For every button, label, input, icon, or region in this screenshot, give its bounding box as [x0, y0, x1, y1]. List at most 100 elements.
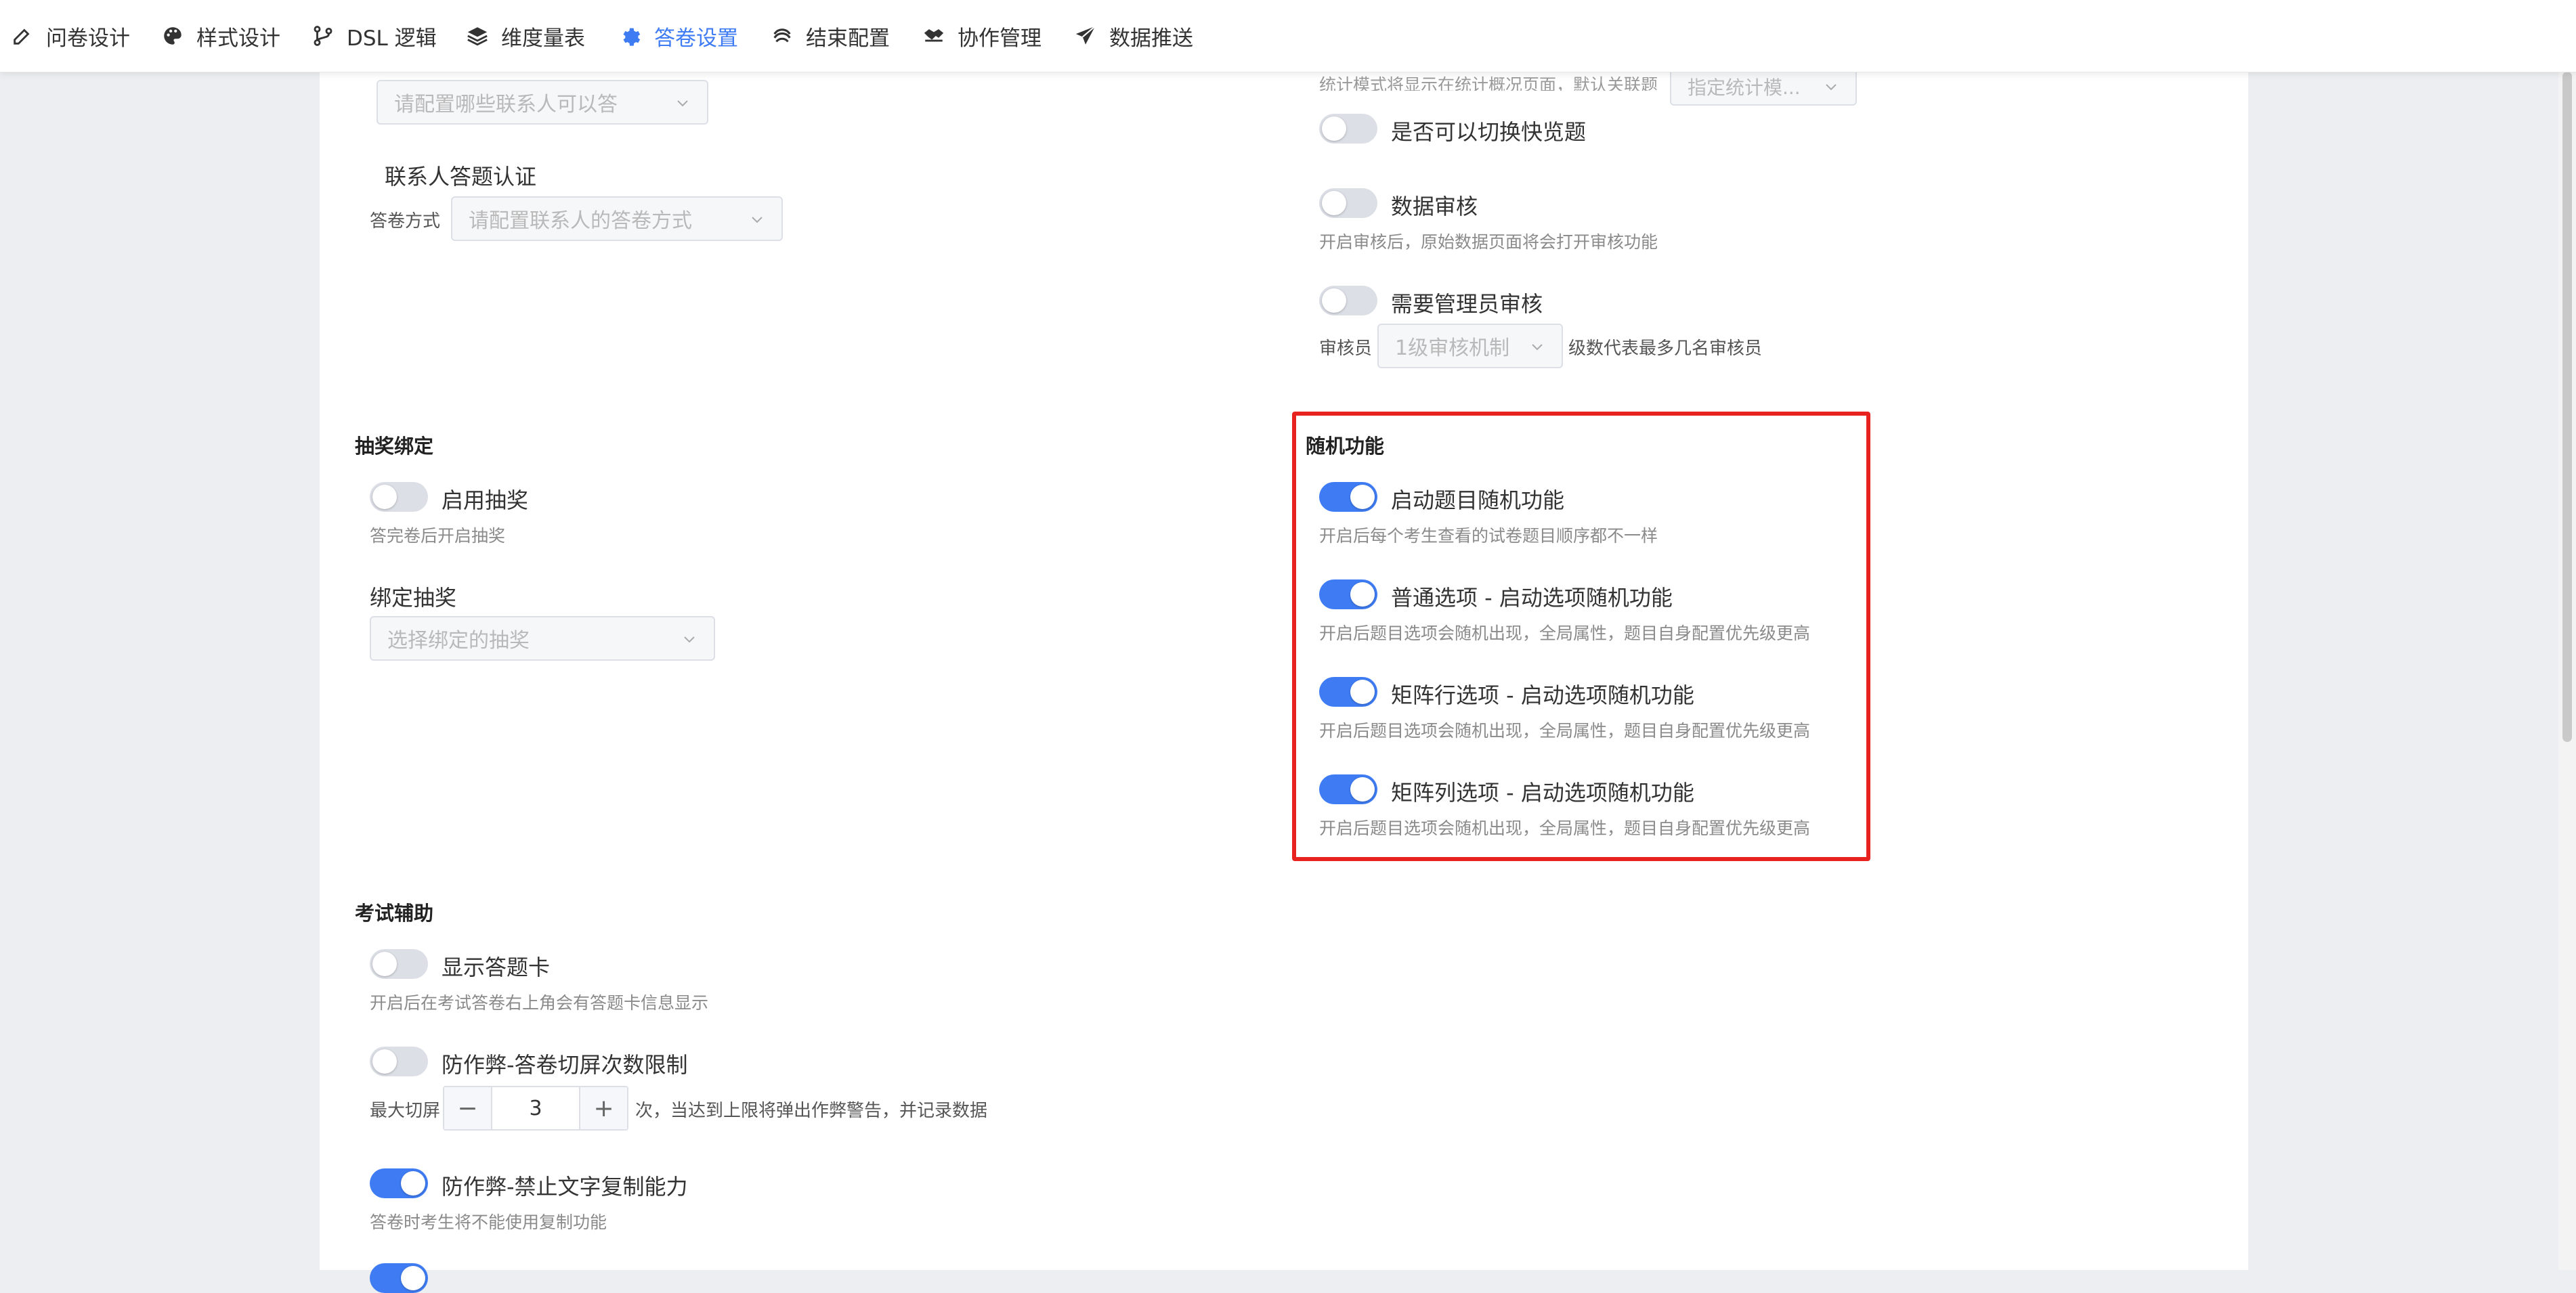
random-question-label: 启动题目随机功能 — [1391, 487, 1565, 513]
tab-label: 协作管理 — [958, 26, 1042, 51]
truncated-stat-text: 统计模式将显示在统计概况页面，默认关联题 — [1319, 75, 1658, 91]
exam-section-title: 考试辅助 — [355, 902, 434, 925]
tab-survey-design[interactable]: 问卷设计 — [11, 0, 130, 72]
chevron-down-icon — [1826, 84, 1837, 91]
switch-knob — [1350, 680, 1375, 704]
random-option-switch[interactable] — [1319, 579, 1377, 609]
tab-answer-settings[interactable]: 答卷设置 — [619, 0, 738, 72]
stat-mode-value: 指定统计模... — [1688, 76, 1801, 99]
tab-label: 维度量表 — [501, 26, 585, 51]
quick-switch-label: 是否可以切换快览题 — [1391, 119, 1587, 145]
answer-card-hint: 开启后在考试答卷右上角会有答题卡信息显示 — [370, 993, 709, 1013]
answer-mode-select[interactable]: 请配置联系人的答卷方式 — [451, 196, 783, 241]
send-icon — [1075, 26, 1096, 45]
switch-knob — [401, 1171, 425, 1196]
random-matrix-row-label: 矩阵行选项 - 启动选项随机功能 — [1391, 682, 1694, 708]
quick-switch-toggle[interactable] — [1319, 114, 1377, 144]
switch-knob — [1322, 288, 1346, 313]
random-matrix-col-switch[interactable] — [1319, 774, 1377, 804]
tab-end-config[interactable]: 结束配置 — [771, 0, 890, 72]
lottery-bind-select[interactable]: 选择绑定的抽奖 — [370, 616, 715, 661]
answer-card-switch[interactable] — [370, 949, 428, 979]
tab-label: 问卷设计 — [46, 26, 130, 51]
answer-card-label: 显示答题卡 — [442, 955, 551, 980]
gear-icon — [623, 28, 641, 46]
switch-limit-switch[interactable] — [370, 1047, 428, 1076]
code-branch-icon — [314, 26, 332, 46]
data-audit-label: 数据审核 — [1391, 194, 1478, 219]
edit-icon — [14, 28, 30, 45]
tab-label: 结束配置 — [806, 26, 890, 51]
handshake-icon — [924, 29, 944, 42]
switch-knob — [372, 485, 397, 509]
admin-audit-switch[interactable] — [1319, 286, 1377, 315]
top-nav: 问卷设计 样式设计 DSL 逻辑 维度量表 答卷设置 结束配置 协作管理 数据推… — [0, 0, 2576, 72]
max-switch-value[interactable]: 3 — [492, 1087, 579, 1129]
tab-label: 答卷设置 — [654, 26, 738, 51]
contacts-select-placeholder: 请配置哪些联系人可以答 — [394, 93, 618, 116]
chevron-down-icon — [1532, 344, 1543, 351]
switch-knob — [1322, 191, 1346, 215]
lottery-bind-placeholder: 选择绑定的抽奖 — [387, 629, 530, 653]
data-audit-hint: 开启审核后，原始数据页面将会打开审核功能 — [1319, 232, 1658, 252]
max-switch-label: 最大切屏 — [370, 1101, 441, 1121]
switch-knob — [1322, 116, 1346, 141]
switch-limit-label: 防作弊-答卷切屏次数限制 — [442, 1052, 688, 1078]
layers-icon — [467, 27, 488, 46]
increment-button[interactable]: + — [579, 1087, 628, 1129]
random-matrix-row-hint: 开启后题目选项会随机出现，全局属性，题目自身配置优先级更高 — [1319, 721, 1811, 741]
switch-knob — [1350, 582, 1375, 607]
contact-auth-title: 联系人答题认证 — [385, 164, 537, 190]
page-scrollbar[interactable] — [2558, 72, 2576, 1270]
contacts-select[interactable]: 请配置哪些联系人可以答 — [377, 80, 708, 125]
scrollbar-thumb[interactable] — [2562, 72, 2572, 742]
tab-collaboration[interactable]: 协作管理 — [922, 0, 1042, 72]
tab-label: 样式设计 — [196, 26, 280, 51]
max-switch-suffix: 次，当达到上限将弹出作弊警告，并记录数据 — [635, 1101, 988, 1121]
random-section-title: 随机功能 — [1306, 435, 1385, 458]
random-option-hint: 开启后题目选项会随机出现，全局属性，题目自身配置优先级更高 — [1319, 623, 1811, 643]
no-copy-label: 防作弊-禁止文字复制能力 — [442, 1174, 688, 1200]
no-copy-hint: 答卷时考生将不能使用复制功能 — [370, 1212, 607, 1232]
random-matrix-col-hint: 开启后题目选项会随机出现，全局属性，题目自身配置优先级更高 — [1319, 818, 1811, 838]
palette-icon — [164, 27, 181, 45]
random-matrix-col-label: 矩阵列选项 - 启动选项随机功能 — [1391, 780, 1694, 806]
chevron-down-icon — [684, 636, 695, 643]
stat-mode-select[interactable]: 指定统计模... — [1670, 68, 1857, 106]
auditor-select-value: 1级审核机制 — [1395, 336, 1510, 360]
tab-dimension-scale[interactable]: 维度量表 — [466, 0, 585, 72]
stack-icon — [773, 28, 791, 43]
random-question-hint: 开启后每个考生查看的试卷题目顺序都不一样 — [1319, 526, 1658, 546]
admin-audit-label: 需要管理员审核 — [1391, 291, 1543, 317]
lottery-enable-switch[interactable] — [370, 482, 428, 512]
lottery-enable-hint: 答完卷后开启抽奖 — [370, 526, 506, 546]
switch-knob — [372, 952, 397, 976]
no-copy-switch[interactable] — [370, 1168, 428, 1198]
random-matrix-row-switch[interactable] — [1319, 677, 1377, 707]
decrement-button[interactable]: − — [444, 1087, 492, 1129]
switch-knob — [1350, 485, 1375, 509]
tab-style-design[interactable]: 样式设计 — [161, 0, 280, 72]
auditor-suffix: 级数代表最多几名审核员 — [1568, 338, 1763, 359]
tab-label: 数据推送 — [1109, 26, 1193, 51]
lottery-section-title: 抽奖绑定 — [355, 435, 434, 458]
tab-dsl-logic[interactable]: DSL 逻辑 — [312, 0, 437, 72]
switch-knob — [372, 1049, 397, 1074]
lottery-enable-label: 启用抽奖 — [442, 487, 529, 513]
switch-knob — [1350, 777, 1375, 802]
tab-label: DSL 逻辑 — [347, 26, 437, 51]
answer-mode-placeholder: 请配置联系人的答卷方式 — [469, 209, 692, 233]
random-question-switch[interactable] — [1319, 482, 1377, 512]
max-switch-stepper[interactable]: − 3 + — [443, 1086, 628, 1131]
chevron-down-icon — [677, 100, 688, 107]
chevron-down-icon — [752, 217, 763, 223]
auditor-select[interactable]: 1级审核机制 — [1377, 324, 1563, 368]
auditor-label: 审核员 — [1319, 338, 1373, 359]
answer-mode-label: 答卷方式 — [370, 211, 441, 232]
random-option-label: 普通选项 - 启动选项随机功能 — [1391, 585, 1673, 611]
tab-data-push[interactable]: 数据推送 — [1074, 0, 1193, 72]
data-audit-switch[interactable] — [1319, 188, 1377, 218]
lottery-bind-label: 绑定抽奖 — [370, 585, 457, 611]
switch-knob — [401, 1266, 425, 1290]
next-switch[interactable] — [370, 1263, 428, 1293]
